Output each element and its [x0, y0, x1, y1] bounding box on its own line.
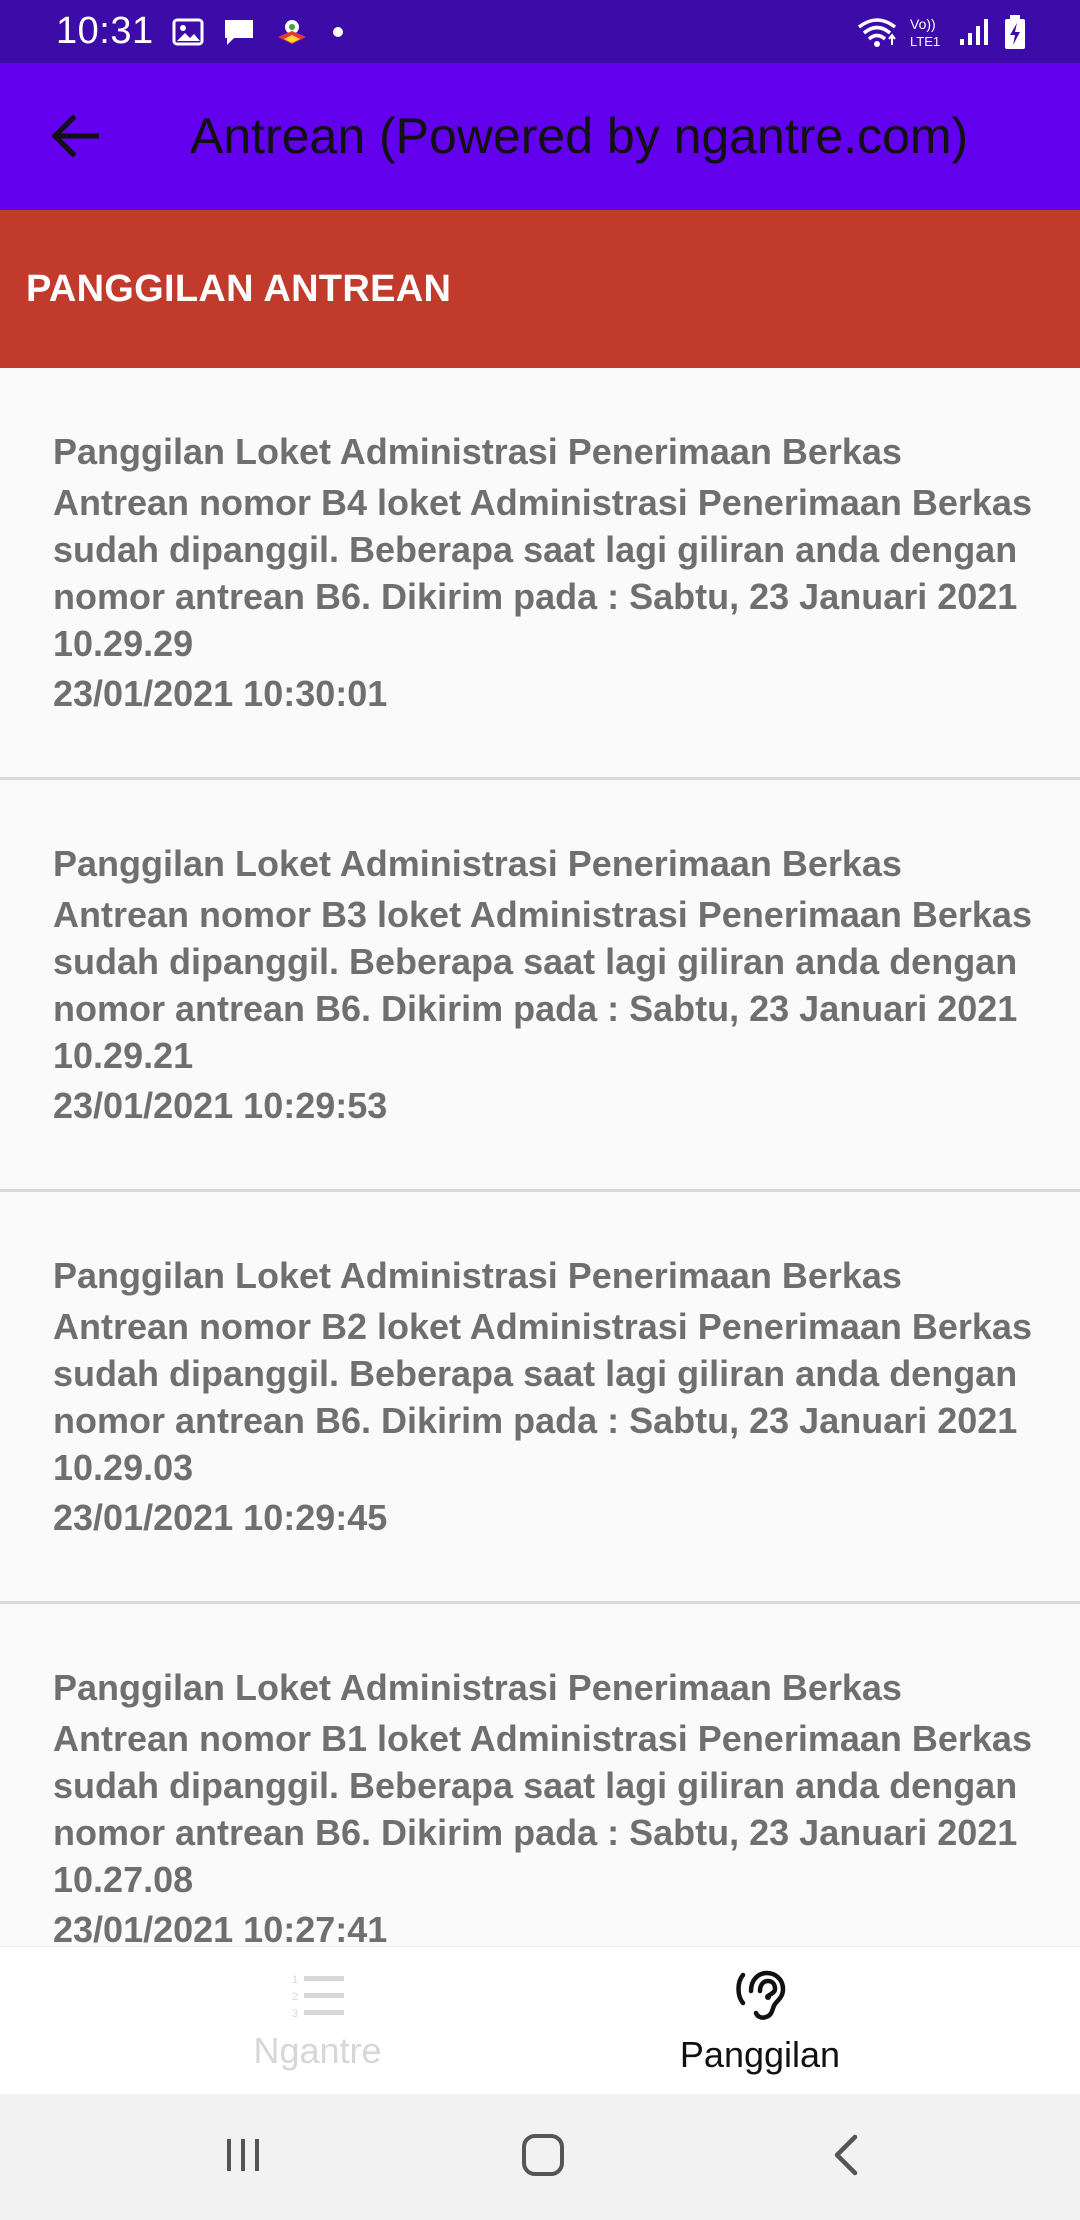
section-header: PANGGILAN ANTREAN — [0, 210, 1080, 368]
back-button[interactable] — [40, 103, 110, 173]
arrow-left-icon — [51, 113, 100, 163]
volte-icon: Vo)) LTE1 — [908, 14, 948, 50]
status-bar-right: Vo)) LTE1 — [856, 14, 1028, 50]
list-number-3: 3 — [292, 2008, 298, 2019]
system-nav-bar — [0, 2094, 1080, 2220]
item-date: 23/01/2021 10:29:45 — [53, 1497, 388, 1538]
status-time: 10:31 — [56, 10, 154, 52]
system-back-button[interactable] — [812, 2124, 882, 2190]
tab-panggilan-label: Panggilan — [679, 2033, 841, 2075]
back-icon — [829, 2133, 865, 2182]
item-date: 23/01/2021 10:27:41 — [53, 1909, 388, 1946]
bottom-nav: 1 2 3 Ngantre Panggilan — [0, 1946, 1080, 2094]
volte-top-text: Vo)) — [910, 16, 936, 32]
volte-bottom-text: LTE1 — [910, 34, 940, 49]
call-list[interactable]: Panggilan Loket Administrasi Penerimaan … — [0, 368, 1080, 1946]
section-title: PANGGILAN ANTREAN — [26, 267, 452, 310]
list-number-1: 1 — [292, 1974, 298, 1986]
item-body: Antrean nomor B3 loket Administrasi Pene… — [53, 894, 1032, 1076]
item-body: Antrean nomor B4 loket Administrasi Pene… — [53, 482, 1032, 664]
message-icon — [222, 17, 256, 47]
app-title: Antrean (Powered by ngantre.com) — [190, 108, 969, 164]
signal-icon — [958, 17, 992, 47]
list-item[interactable]: Panggilan Loket Administrasi Penerimaan … — [0, 368, 1080, 780]
item-date: 23/01/2021 10:30:01 — [53, 673, 388, 714]
tab-panggilan[interactable]: Panggilan — [490, 1947, 1030, 2095]
item-title: Panggilan Loket Administrasi Penerimaan … — [53, 843, 902, 884]
list-item[interactable]: Panggilan Loket Administrasi Penerimaan … — [0, 1192, 1080, 1604]
recent-apps-icon — [223, 2135, 263, 2180]
item-body: Antrean nomor B1 loket Administrasi Pene… — [53, 1718, 1032, 1900]
status-bar-left: 10:31 — [56, 10, 348, 53]
app-notification-icon — [274, 17, 310, 47]
numbered-list-icon: 1 2 3 — [290, 1971, 346, 2024]
status-bar: 10:31 Vo)) LTE1 — [0, 0, 1080, 63]
wifi-icon — [856, 15, 898, 49]
list-number-2: 2 — [292, 1991, 298, 2003]
item-title: Panggilan Loket Administrasi Penerimaan … — [53, 1255, 902, 1296]
list-item[interactable]: Panggilan Loket Administrasi Penerimaan … — [0, 1604, 1080, 1946]
recent-apps-button[interactable] — [208, 2124, 278, 2190]
item-date: 23/01/2021 10:29:53 — [53, 1085, 388, 1126]
battery-charging-icon — [1002, 14, 1028, 50]
list-item[interactable]: Panggilan Loket Administrasi Penerimaan … — [0, 780, 1080, 1192]
hearing-icon — [733, 1967, 787, 2028]
item-title: Panggilan Loket Administrasi Penerimaan … — [53, 431, 902, 472]
image-icon — [172, 17, 204, 47]
item-title: Panggilan Loket Administrasi Penerimaan … — [53, 1667, 902, 1708]
item-body: Antrean nomor B2 loket Administrasi Pene… — [53, 1306, 1032, 1488]
home-icon — [520, 2132, 566, 2183]
tab-ngantre-label: Ngantre — [253, 2029, 382, 2071]
dot-icon — [328, 22, 348, 42]
app-bar: Antrean (Powered by ngantre.com) — [0, 63, 1080, 210]
home-button[interactable] — [508, 2124, 578, 2190]
